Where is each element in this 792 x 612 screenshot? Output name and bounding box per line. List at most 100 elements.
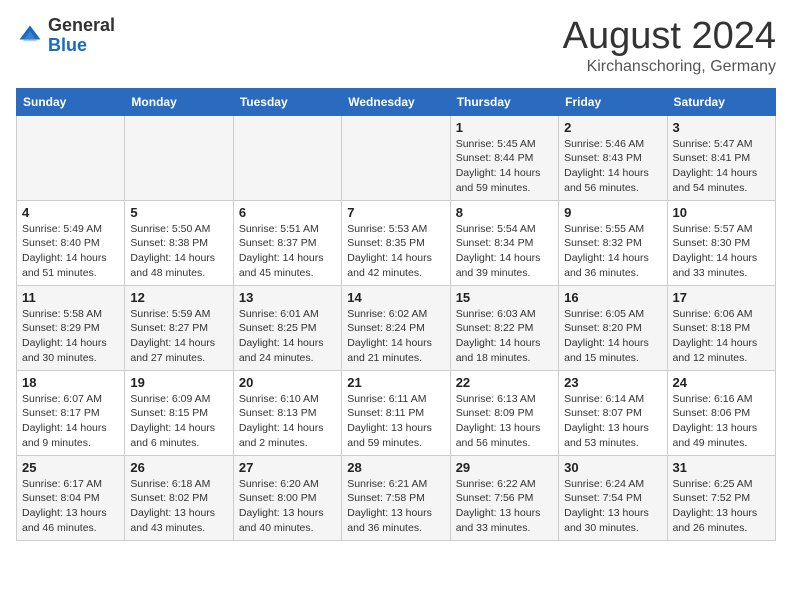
day-number: 31 [673, 460, 770, 475]
calendar-cell: 1 Sunrise: 5:45 AMSunset: 8:44 PMDaylight… [450, 115, 558, 200]
calendar-cell: 22 Sunrise: 6:13 AMSunset: 8:09 PMDayligh… [450, 370, 558, 455]
calendar-cell [17, 115, 125, 200]
weekday-header-thursday: Thursday [450, 88, 558, 115]
calendar-cell [233, 115, 341, 200]
day-number: 17 [673, 290, 770, 305]
calendar-cell [342, 115, 450, 200]
calendar-cell: 12 Sunrise: 5:59 AMSunset: 8:27 PMDayligh… [125, 285, 233, 370]
day-number: 16 [564, 290, 661, 305]
day-info: Sunrise: 6:16 AMSunset: 8:06 PMDaylight:… [673, 392, 770, 451]
day-info: Sunrise: 5:59 AMSunset: 8:27 PMDaylight:… [130, 307, 227, 366]
weekday-header-saturday: Saturday [667, 88, 775, 115]
calendar-cell: 30 Sunrise: 6:24 AMSunset: 7:54 PMDayligh… [559, 455, 667, 540]
calendar-cell: 4Sunrise: 5:49 AMSunset: 8:40 PMDaylight… [17, 200, 125, 285]
day-info: Sunrise: 6:18 AMSunset: 8:02 PMDaylight:… [130, 477, 227, 536]
day-info: Sunrise: 6:21 AMSunset: 7:58 PMDaylight:… [347, 477, 444, 536]
calendar-cell: 20 Sunrise: 6:10 AMSunset: 8:13 PMDayligh… [233, 370, 341, 455]
calendar-week-5: 25Sunrise: 6:17 AMSunset: 8:04 PMDayligh… [17, 455, 776, 540]
day-number: 23 [564, 375, 661, 390]
weekday-header-row: SundayMondayTuesdayWednesdayThursdayFrid… [17, 88, 776, 115]
day-info: Sunrise: 5:57 AMSunset: 8:30 PMDaylight:… [673, 222, 770, 281]
day-info: Sunrise: 5:45 AMSunset: 8:44 PMDaylight:… [456, 137, 553, 196]
day-info: Sunrise: 6:25 AMSunset: 7:52 PMDaylight:… [673, 477, 770, 536]
calendar-week-2: 4Sunrise: 5:49 AMSunset: 8:40 PMDaylight… [17, 200, 776, 285]
calendar-cell: 5 Sunrise: 5:50 AMSunset: 8:38 PMDaylight… [125, 200, 233, 285]
calendar-cell: 3Sunrise: 5:47 AMSunset: 8:41 PMDaylight… [667, 115, 775, 200]
calendar-cell: 9Sunrise: 5:55 AMSunset: 8:32 PMDaylight… [559, 200, 667, 285]
day-info: Sunrise: 6:09 AMSunset: 8:15 PMDaylight:… [130, 392, 227, 451]
calendar-cell: 19 Sunrise: 6:09 AMSunset: 8:15 PMDayligh… [125, 370, 233, 455]
day-number: 26 [130, 460, 227, 475]
day-info: Sunrise: 5:51 AMSunset: 8:37 PMDaylight:… [239, 222, 336, 281]
calendar-cell: 10Sunrise: 5:57 AMSunset: 8:30 PMDayligh… [667, 200, 775, 285]
day-number: 11 [22, 290, 119, 305]
day-number: 9 [564, 205, 661, 220]
calendar-cell [125, 115, 233, 200]
day-number: 13 [239, 290, 336, 305]
day-number: 29 [456, 460, 553, 475]
day-number: 5 [130, 205, 227, 220]
calendar-week-4: 18 Sunrise: 6:07 AMSunset: 8:17 PMDayligh… [17, 370, 776, 455]
weekday-header-friday: Friday [559, 88, 667, 115]
day-number: 6 [239, 205, 336, 220]
calendar-cell: 6 Sunrise: 5:51 AMSunset: 8:37 PMDaylight… [233, 200, 341, 285]
day-info: Sunrise: 6:01 AMSunset: 8:25 PMDaylight:… [239, 307, 336, 366]
day-info: Sunrise: 6:10 AMSunset: 8:13 PMDaylight:… [239, 392, 336, 451]
day-info: Sunrise: 5:47 AMSunset: 8:41 PMDaylight:… [673, 137, 770, 196]
calendar-cell: 25Sunrise: 6:17 AMSunset: 8:04 PMDayligh… [17, 455, 125, 540]
day-number: 14 [347, 290, 444, 305]
day-number: 27 [239, 460, 336, 475]
weekday-header-wednesday: Wednesday [342, 88, 450, 115]
day-info: Sunrise: 6:05 AMSunset: 8:20 PMDaylight:… [564, 307, 661, 366]
calendar-cell: 14 Sunrise: 6:02 AMSunset: 8:24 PMDayligh… [342, 285, 450, 370]
weekday-header-sunday: Sunday [17, 88, 125, 115]
calendar-cell: 21 Sunrise: 6:11 AMSunset: 8:11 PMDayligh… [342, 370, 450, 455]
day-info: Sunrise: 6:03 AMSunset: 8:22 PMDaylight:… [456, 307, 553, 366]
day-number: 24 [673, 375, 770, 390]
day-info: Sunrise: 6:22 AMSunset: 7:56 PMDaylight:… [456, 477, 553, 536]
day-number: 20 [239, 375, 336, 390]
page-header: General Blue August 2024 Kirchanschoring… [16, 16, 776, 76]
calendar-cell: 7Sunrise: 5:53 AMSunset: 8:35 PMDaylight… [342, 200, 450, 285]
calendar-week-1: 1 Sunrise: 5:45 AMSunset: 8:44 PMDaylight… [17, 115, 776, 200]
calendar-cell: 31 Sunrise: 6:25 AMSunset: 7:52 PMDayligh… [667, 455, 775, 540]
day-number: 4 [22, 205, 119, 220]
day-info: Sunrise: 6:02 AMSunset: 8:24 PMDaylight:… [347, 307, 444, 366]
day-number: 2 [564, 120, 661, 135]
day-number: 1 [456, 120, 553, 135]
day-number: 22 [456, 375, 553, 390]
calendar-cell: 18 Sunrise: 6:07 AMSunset: 8:17 PMDayligh… [17, 370, 125, 455]
calendar-cell: 2Sunrise: 5:46 AMSunset: 8:43 PMDaylight… [559, 115, 667, 200]
day-number: 21 [347, 375, 444, 390]
day-info: Sunrise: 6:11 AMSunset: 8:11 PMDaylight:… [347, 392, 444, 451]
calendar-cell: 8 Sunrise: 5:54 AMSunset: 8:34 PMDaylight… [450, 200, 558, 285]
day-number: 28 [347, 460, 444, 475]
location-subtitle: Kirchanschoring, Germany [563, 58, 776, 76]
day-number: 18 [22, 375, 119, 390]
weekday-header-monday: Monday [125, 88, 233, 115]
weekday-header-tuesday: Tuesday [233, 88, 341, 115]
day-info: Sunrise: 6:13 AMSunset: 8:09 PMDaylight:… [456, 392, 553, 451]
calendar-cell: 13 Sunrise: 6:01 AMSunset: 8:25 PMDayligh… [233, 285, 341, 370]
day-number: 30 [564, 460, 661, 475]
logo: General Blue [16, 16, 115, 56]
calendar-table: SundayMondayTuesdayWednesdayThursdayFrid… [16, 88, 776, 541]
calendar-week-3: 11 Sunrise: 5:58 AMSunset: 8:29 PMDayligh… [17, 285, 776, 370]
day-info: Sunrise: 5:53 AMSunset: 8:35 PMDaylight:… [347, 222, 444, 281]
calendar-cell: 26 Sunrise: 6:18 AMSunset: 8:02 PMDayligh… [125, 455, 233, 540]
day-info: Sunrise: 5:54 AMSunset: 8:34 PMDaylight:… [456, 222, 553, 281]
title-block: August 2024 Kirchanschoring, Germany [563, 16, 776, 76]
day-info: Sunrise: 6:20 AMSunset: 8:00 PMDaylight:… [239, 477, 336, 536]
day-info: Sunrise: 6:17 AMSunset: 8:04 PMDaylight:… [22, 477, 119, 536]
day-info: Sunrise: 6:06 AMSunset: 8:18 PMDaylight:… [673, 307, 770, 366]
day-number: 12 [130, 290, 227, 305]
day-number: 19 [130, 375, 227, 390]
day-info: Sunrise: 6:07 AMSunset: 8:17 PMDaylight:… [22, 392, 119, 451]
calendar-cell: 15Sunrise: 6:03 AMSunset: 8:22 PMDayligh… [450, 285, 558, 370]
day-info: Sunrise: 5:58 AMSunset: 8:29 PMDaylight:… [22, 307, 119, 366]
day-number: 8 [456, 205, 553, 220]
calendar-cell: 11 Sunrise: 5:58 AMSunset: 8:29 PMDayligh… [17, 285, 125, 370]
day-info: Sunrise: 6:24 AMSunset: 7:54 PMDaylight:… [564, 477, 661, 536]
month-year-title: August 2024 [563, 16, 776, 58]
day-info: Sunrise: 5:50 AMSunset: 8:38 PMDaylight:… [130, 222, 227, 281]
